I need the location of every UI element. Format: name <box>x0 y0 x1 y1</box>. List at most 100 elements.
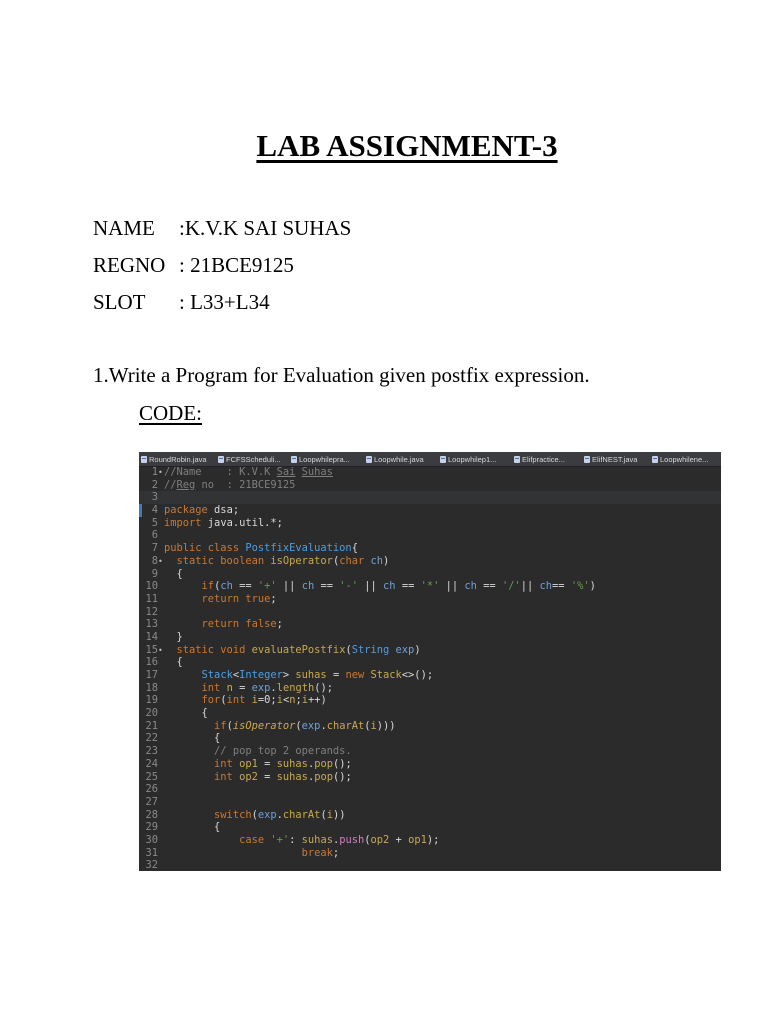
code-token: return true <box>201 592 271 605</box>
line-number: 30 <box>145 833 158 846</box>
code-token: new <box>345 669 365 681</box>
line-number: 28 <box>145 808 158 821</box>
code-token: (); <box>332 757 352 770</box>
code-token: op1 <box>408 833 427 846</box>
editor-tab-label: Loopwhilep1... <box>448 454 497 464</box>
code-line: 11 return true; <box>139 593 721 606</box>
java-file-icon <box>652 455 658 463</box>
code-line: 21 if(isOperator(exp.charAt(i))) <box>139 720 721 733</box>
code-line: 16 { <box>139 656 721 669</box>
code-token: || <box>520 580 540 593</box>
code-token: isOperator <box>270 554 333 567</box>
code-token: ); <box>426 833 440 846</box>
line-number: 20 <box>145 707 158 720</box>
code-token: String <box>351 643 390 656</box>
line-number: 25 <box>145 770 158 783</box>
code-line: 27 <box>139 796 721 809</box>
line-number: 17 <box>145 669 158 681</box>
editor-tab-label: FCFSScheduli... <box>226 454 281 464</box>
code-token: (); <box>332 770 352 783</box>
code-token: ) <box>414 643 421 656</box>
code-token: '-' <box>339 580 359 593</box>
info-row-name: NAME:K.V.K SAI SUHAS <box>93 215 351 241</box>
code-token: suhas <box>295 669 327 681</box>
editor-tab[interactable]: Loopwhilepra... <box>289 452 364 466</box>
code-editor: 1•//Name : K.V.K Sai Suhas 2 //Reg no : 21… <box>139 466 721 871</box>
code-token: == <box>476 580 502 593</box>
editor-tab[interactable]: Loopwhile.java <box>364 452 438 466</box>
line-number: 31 <box>145 846 158 859</box>
code-token: break <box>301 846 333 859</box>
code-token: op2 <box>370 833 390 846</box>
code-token: exp <box>395 643 415 656</box>
code-token: Stack <box>370 669 402 681</box>
code-token: } <box>164 630 183 643</box>
code-token: pop <box>314 770 333 783</box>
code-line: 14 } <box>139 631 721 644</box>
editor-tab[interactable]: Loopwhilene... <box>650 452 721 466</box>
document-title: LAB ASSIGNMENT-3 <box>256 128 558 163</box>
code-line: 28 switch(exp.charAt(i)) <box>139 809 721 822</box>
line-marker <box>139 504 142 517</box>
editor-tab-label: Loopwhile.java <box>374 454 424 464</box>
code-token: op1 <box>239 757 258 770</box>
code-token: PostfixEvaluation <box>245 542 352 555</box>
slot-value: : L33+L34 <box>179 290 270 314</box>
code-token: { <box>164 656 183 669</box>
code-token: '+' <box>257 580 277 593</box>
code-token: ch <box>464 580 477 593</box>
code-token: java.util.*; <box>201 516 283 529</box>
editor-tab[interactable]: FCFSScheduli... <box>216 452 289 466</box>
editor-tab[interactable]: RoundRobin.java <box>139 452 216 466</box>
slot-label: SLOT <box>93 290 146 314</box>
code-token: char <box>339 554 365 567</box>
code-token: = <box>326 669 346 681</box>
code-token: length <box>276 681 315 694</box>
line-number: 1 <box>151 466 158 478</box>
code-token: (); <box>314 681 334 694</box>
code-token: || <box>358 580 384 593</box>
code-token: // <box>164 478 177 491</box>
code-token: + <box>389 833 409 846</box>
code-token: ch <box>539 580 553 593</box>
code-line: 25 int op2 = suhas.pop(); <box>139 771 721 784</box>
code-token: || <box>439 580 465 593</box>
code-token: { <box>164 732 221 745</box>
code-token: Sai <box>276 466 296 478</box>
code-token: for <box>201 694 221 707</box>
editor-tab-label: Loopwhilene... <box>660 454 709 464</box>
editor-tab[interactable]: Elifpractice... <box>512 452 582 466</box>
code-token: isOperator <box>232 719 296 732</box>
line-number: 27 <box>145 795 158 808</box>
code-token: return false <box>201 618 277 631</box>
code-token: ++) <box>308 694 327 707</box>
code-token: = <box>232 681 252 694</box>
code-token: )) <box>332 808 346 821</box>
code-line: 13 return false; <box>139 618 721 631</box>
code-token: Stack <box>201 669 233 681</box>
code-line: 4 package dsa; <box>139 504 721 517</box>
code-token: pop <box>314 757 333 770</box>
code-token: suhas <box>301 833 333 846</box>
line-number: 18 <box>145 681 158 694</box>
code-token: dsa; <box>207 504 240 517</box>
editor-tab[interactable]: Loopwhilep1... <box>438 452 512 466</box>
code-token: exp <box>301 719 321 732</box>
code-token: ch <box>301 580 315 593</box>
code-line: 2 //Reg no : 21BCE9125 <box>139 479 721 492</box>
code-line: 19 for(int i=0;i<n;i++) <box>139 694 721 707</box>
code-token: { <box>164 707 208 720</box>
code-token: =0; <box>257 694 277 707</box>
editor-tab[interactable]: ElifNEST.java <box>582 452 650 466</box>
line-number: 9 <box>151 567 158 580</box>
code-line: 32 <box>139 859 721 871</box>
code-token: int <box>214 757 233 770</box>
